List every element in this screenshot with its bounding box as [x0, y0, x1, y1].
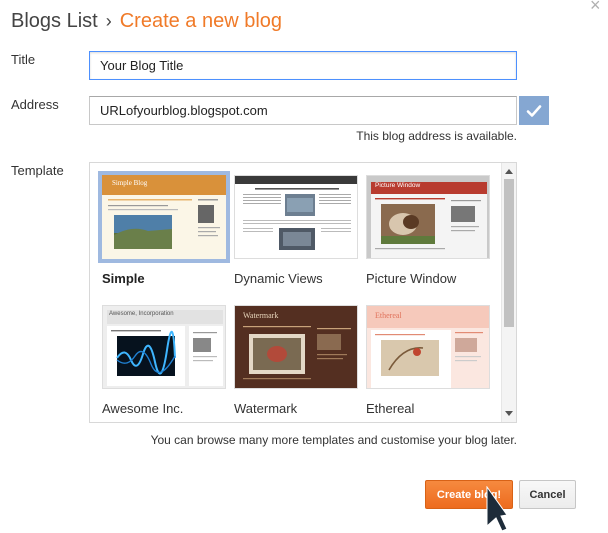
title-input[interactable] — [89, 51, 517, 80]
thumb-title-awesome-inc: Awesome, Incorporation — [109, 311, 174, 317]
breadcrumb-separator: › — [105, 11, 112, 31]
template-name: Simple — [102, 271, 145, 286]
template-thumbnail-ethereal: Ethereal — [366, 305, 490, 389]
template-label: Template — [11, 163, 64, 178]
address-input[interactable] — [89, 96, 517, 125]
template-name: Dynamic Views — [234, 271, 323, 286]
availability-text: This blog address is available. — [356, 129, 517, 143]
template-scrollbar[interactable] — [501, 163, 516, 422]
thumb-title-watermark: Watermark — [243, 311, 279, 320]
breadcrumb: Blogs List › Create a new blog — [11, 10, 282, 33]
address-label: Address — [11, 97, 59, 112]
template-thumbnail-dynamic-views — [234, 175, 358, 259]
template-name: Ethereal — [366, 401, 415, 416]
template-thumbnail-simple: Simple Blog — [98, 171, 230, 263]
close-icon[interactable]: × — [590, 0, 601, 14]
cancel-button[interactable]: Cancel — [519, 480, 576, 509]
template-thumbnail-awesome-inc: Awesome, Incorporation — [102, 305, 226, 389]
thumb-title-picture-window: Picture Window — [375, 182, 421, 189]
template-gallery: Simple Blog Simple Dynamic Views Picture… — [89, 162, 517, 423]
title-label: Title — [11, 52, 36, 67]
browse-templates-note: You can browse many more templates and c… — [150, 433, 517, 447]
template-name: Watermark — [234, 401, 298, 416]
mouse-pointer-icon — [486, 485, 508, 533]
thumb-title-ethereal: Ethereal — [375, 311, 402, 320]
scroll-down-icon[interactable] — [505, 411, 513, 416]
template-name: Picture Window — [366, 271, 457, 286]
thumb-title-simple: Simple Blog — [112, 179, 148, 187]
breadcrumb-blogs-list[interactable]: Blogs List — [11, 10, 98, 32]
template-thumbnail-picture-window: Picture Window — [366, 175, 490, 259]
check-icon — [519, 96, 549, 125]
page-title: Create a new blog — [119, 10, 283, 32]
scrollbar-thumb[interactable] — [504, 179, 514, 327]
scroll-up-icon[interactable] — [505, 169, 513, 174]
template-name: Awesome Inc. — [102, 401, 184, 416]
create-blog-dialog: × Blogs List › Create a new blog Title Add… — [0, 0, 608, 533]
template-thumbnail-watermark: Watermark — [234, 305, 358, 389]
